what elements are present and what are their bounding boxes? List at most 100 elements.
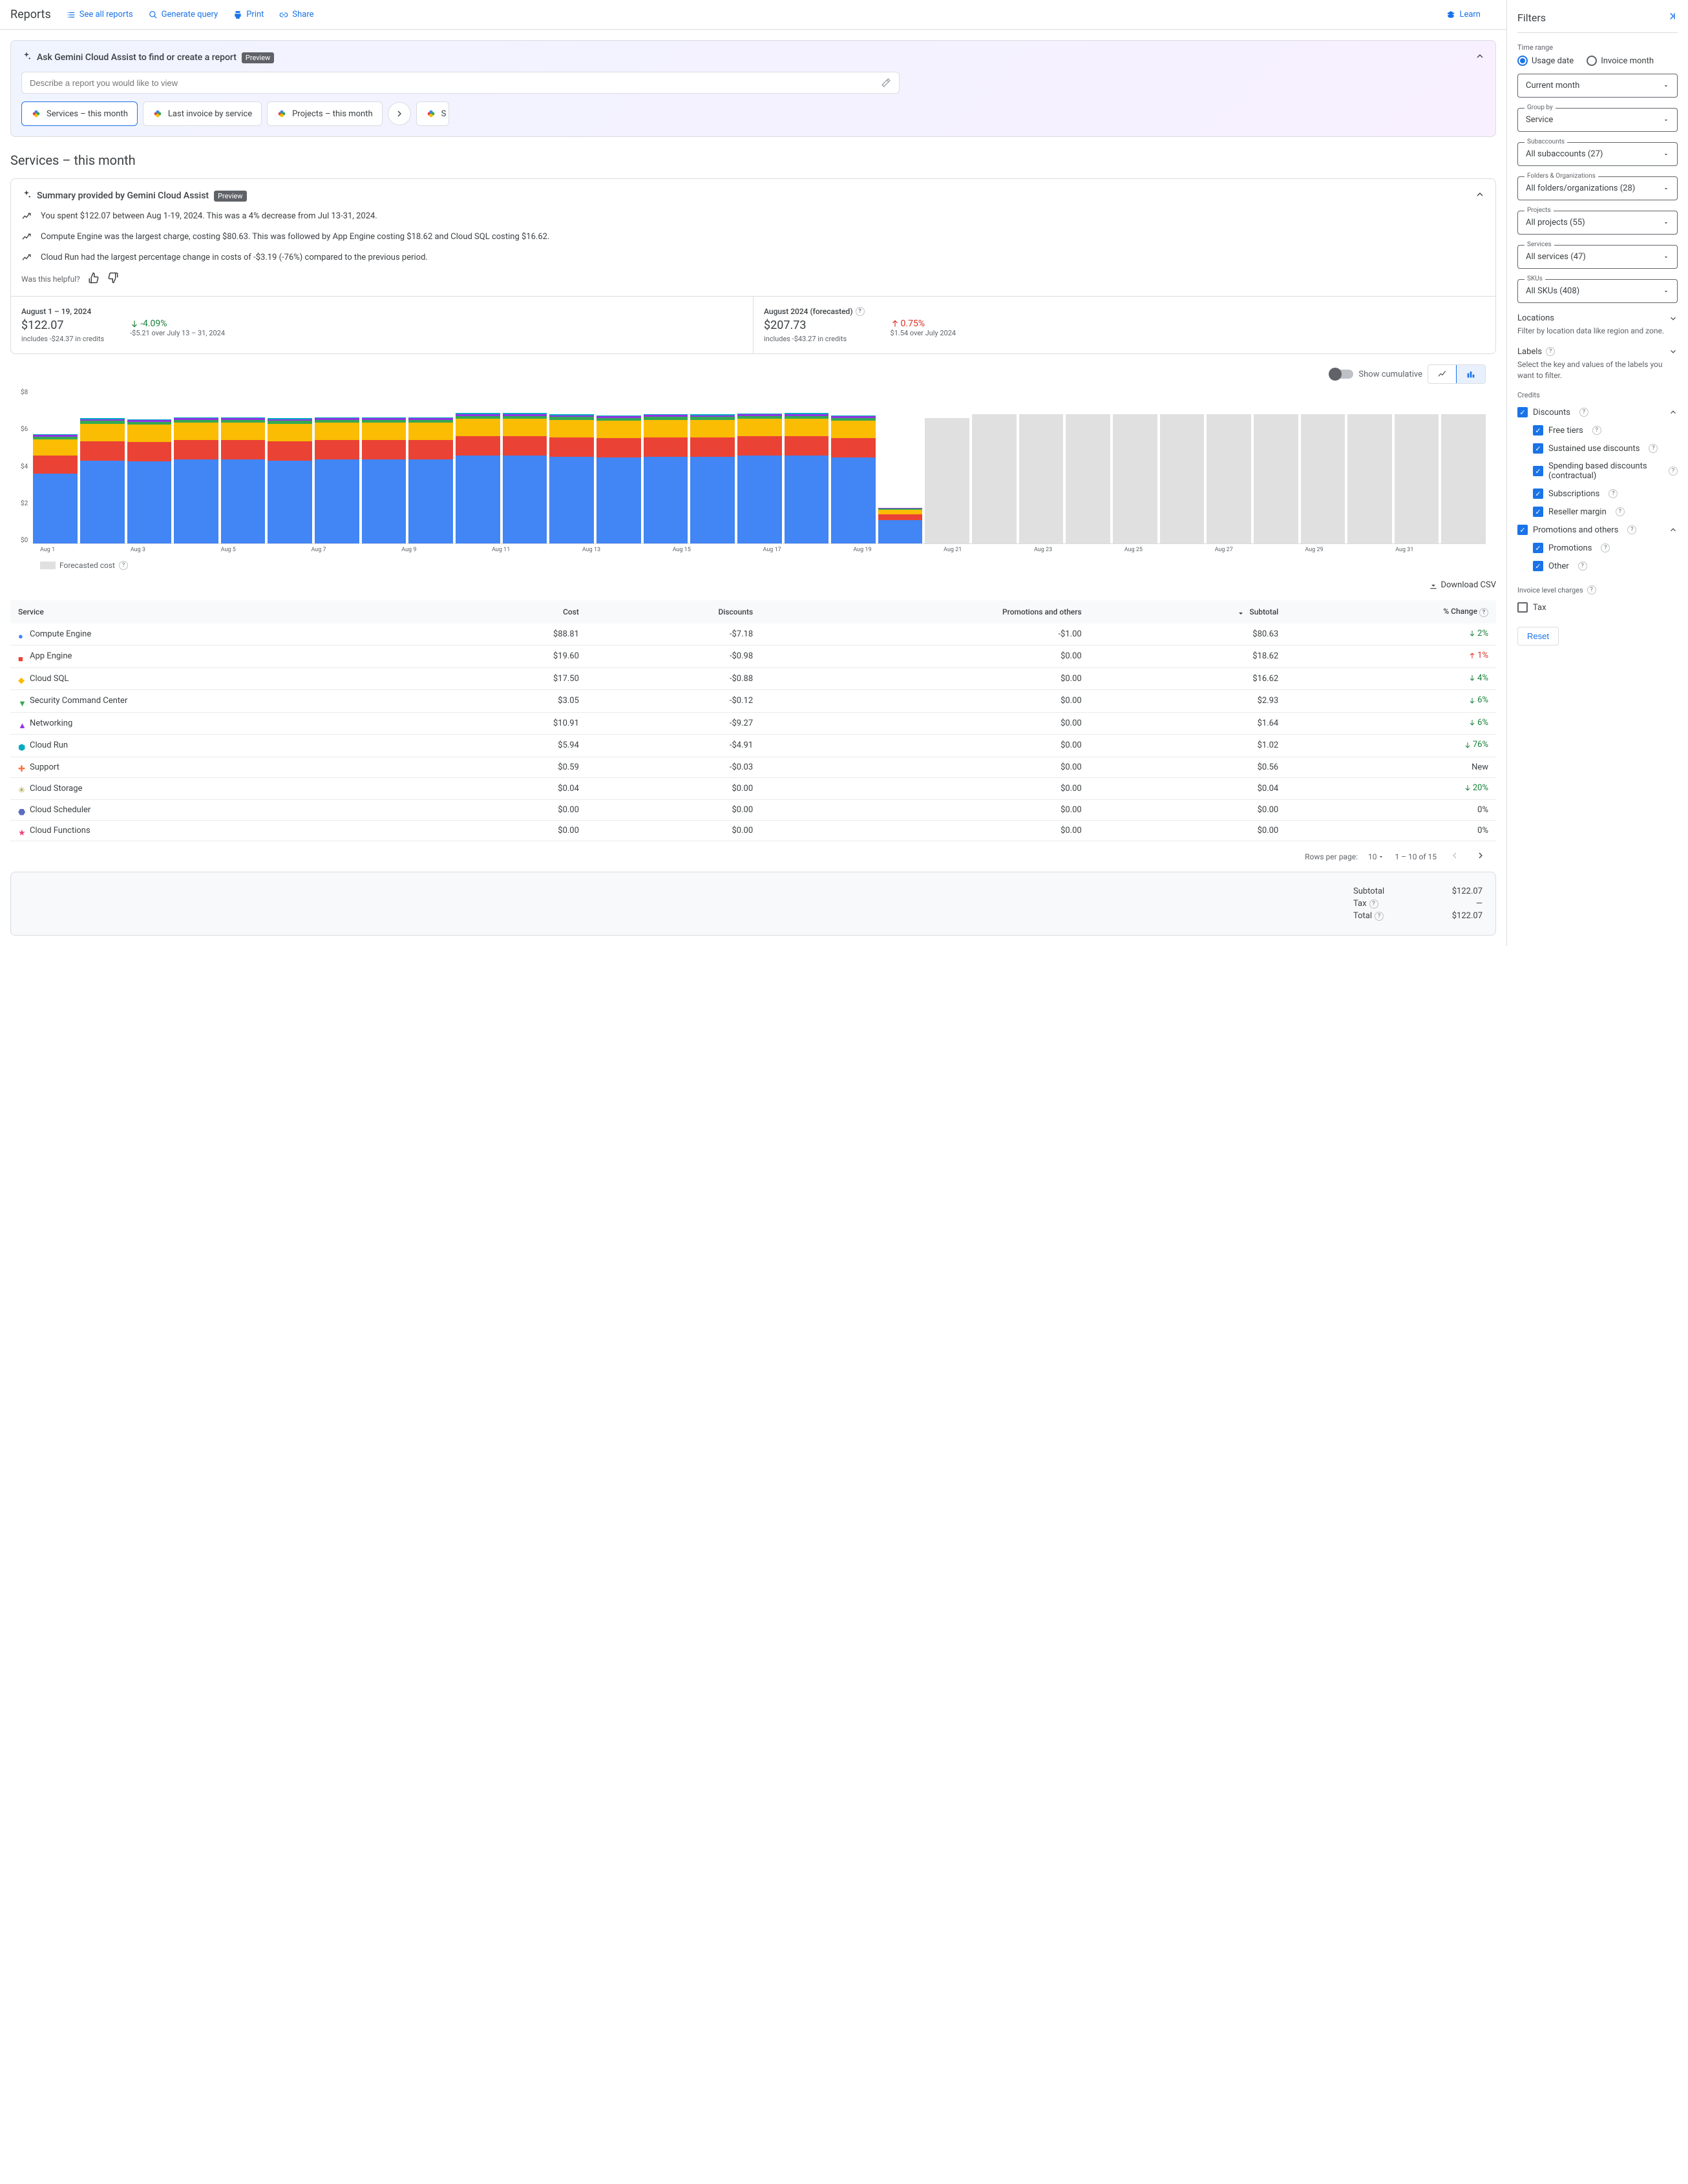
print-link[interactable]: Print [233, 10, 264, 19]
help-icon[interactable]: ? [1375, 912, 1384, 921]
bar-col[interactable] [362, 389, 406, 543]
bar-col[interactable] [221, 389, 266, 543]
table-row[interactable]: ●Compute Engine$88.81-$7.18-$1.00$80.63 … [10, 624, 1496, 646]
share-link[interactable]: Share [279, 10, 313, 19]
collapse-button[interactable] [1475, 189, 1485, 202]
scroll-right-button[interactable] [388, 102, 411, 125]
spending-checkbox[interactable]: Spending based discounts (contractual)? [1533, 457, 1678, 485]
next-page-button[interactable] [1473, 848, 1488, 865]
bar-col[interactable] [1441, 389, 1486, 543]
col-subtotal[interactable]: Subtotal [1090, 600, 1287, 624]
table-row[interactable]: ■App Engine$19.60-$0.98$0.00$18.62 1% [10, 646, 1496, 668]
group-by-select[interactable]: Group byService [1517, 108, 1678, 132]
other-checkbox[interactable]: Other? [1533, 557, 1678, 575]
bar-col[interactable] [1113, 389, 1157, 543]
col-discounts[interactable]: Discounts [587, 600, 761, 624]
prev-page-button[interactable] [1447, 848, 1462, 865]
table-row[interactable]: ⬣Cloud Scheduler$0.00$0.00$0.00$0.00 0% [10, 800, 1496, 821]
bar-col[interactable] [1066, 389, 1110, 543]
bar-col[interactable] [831, 389, 876, 543]
bar-col[interactable] [1347, 389, 1392, 543]
sustained-checkbox[interactable]: Sustained use discounts? [1533, 439, 1678, 457]
bar-col[interactable] [1254, 389, 1298, 543]
help-icon[interactable]: ? [1649, 444, 1658, 453]
bar-col[interactable] [1019, 389, 1064, 543]
bar-col[interactable] [503, 389, 547, 543]
generate-query-link[interactable]: Generate query [149, 10, 218, 19]
thumbs-up-button[interactable] [88, 272, 100, 286]
help-icon[interactable]: ? [1579, 408, 1588, 417]
line-chart-button[interactable] [1428, 365, 1457, 383]
table-row[interactable]: ▲Networking$10.91-$9.27$0.00$1.64 6% [10, 712, 1496, 735]
bar-col[interactable] [925, 389, 969, 543]
bar-col[interactable] [315, 389, 359, 543]
chevron-up-icon[interactable] [1669, 525, 1678, 534]
time-range-select[interactable]: Current month [1517, 74, 1678, 98]
suggestion-peek[interactable]: S [416, 101, 450, 126]
bar-col[interactable] [878, 389, 923, 543]
promotions-checkbox[interactable]: Promotions? [1533, 539, 1678, 557]
help-icon[interactable]: ? [1601, 543, 1610, 552]
bar-col[interactable] [408, 389, 453, 543]
bar-col[interactable] [596, 389, 641, 543]
col-cost[interactable]: Cost [443, 600, 587, 624]
col-service[interactable]: Service [10, 600, 443, 624]
expand-filters-button[interactable] [1666, 10, 1678, 25]
usage-date-radio[interactable]: Usage date [1517, 56, 1574, 66]
bar-col[interactable] [549, 389, 594, 543]
gemini-input-wrap[interactable] [21, 72, 900, 94]
help-icon[interactable]: ? [1369, 899, 1378, 908]
chevron-up-icon[interactable] [1669, 408, 1678, 417]
learn-link[interactable]: Learn [1446, 10, 1481, 19]
invoice-month-radio[interactable]: Invoice month [1587, 56, 1654, 66]
subaccounts-select[interactable]: SubaccountsAll subaccounts (27) [1517, 142, 1678, 166]
folders-select[interactable]: Folders & OrganizationsAll folders/organ… [1517, 176, 1678, 200]
labels-section[interactable]: Labels? [1517, 347, 1678, 357]
bar-col[interactable] [972, 389, 1017, 543]
help-icon[interactable]: ? [1627, 525, 1636, 534]
help-icon[interactable]: ? [1578, 562, 1587, 571]
bar-col[interactable] [80, 389, 125, 543]
suggestion-projects[interactable]: Projects – this month [267, 101, 383, 126]
free-tiers-checkbox[interactable]: Free tiers? [1533, 421, 1678, 439]
help-icon[interactable]: ? [1592, 426, 1601, 435]
gemini-input[interactable] [30, 78, 881, 88]
table-row[interactable]: ✚Support$0.59-$0.03$0.00$0.56 New [10, 757, 1496, 777]
help-icon[interactable]: ? [1616, 507, 1625, 516]
bar-col[interactable] [1160, 389, 1205, 543]
bar-col[interactable] [737, 389, 782, 543]
suggestion-services[interactable]: Services – this month [21, 101, 138, 126]
bar-col[interactable] [785, 389, 829, 543]
bar-col[interactable] [1301, 389, 1345, 543]
collapse-button[interactable] [1475, 51, 1485, 64]
projects-select[interactable]: ProjectsAll projects (55) [1517, 211, 1678, 235]
help-icon[interactable]: ? [1609, 489, 1618, 498]
table-row[interactable]: ◆Cloud SQL$17.50-$0.88$0.00$16.62 4% [10, 667, 1496, 690]
help-icon[interactable]: ? [856, 307, 865, 316]
reset-button[interactable]: Reset [1517, 627, 1559, 646]
reseller-checkbox[interactable]: Reseller margin? [1533, 503, 1678, 521]
discounts-checkbox[interactable]: Discounts? [1517, 403, 1678, 421]
col-change[interactable]: % Change ? [1286, 600, 1496, 624]
help-icon[interactable]: ? [119, 561, 128, 570]
bar-col[interactable] [690, 389, 735, 543]
rows-select[interactable]: 10 [1368, 852, 1385, 861]
see-all-reports-link[interactable]: See all reports [67, 10, 133, 19]
table-row[interactable]: ⬢Cloud Run$5.94-$4.91$0.00$1.02 76% [10, 735, 1496, 757]
table-row[interactable]: ▼Security Command Center$3.05-$0.12$0.00… [10, 690, 1496, 713]
services-select[interactable]: ServicesAll services (47) [1517, 245, 1678, 269]
bar-col[interactable] [456, 389, 500, 543]
bar-col[interactable] [33, 389, 78, 543]
bar-col[interactable] [174, 389, 218, 543]
help-icon[interactable]: ? [1669, 467, 1678, 476]
cumulative-toggle[interactable] [1330, 370, 1353, 379]
bar-col[interactable] [1207, 389, 1251, 543]
skus-select[interactable]: SKUsAll SKUs (408) [1517, 279, 1678, 303]
help-icon[interactable]: ? [1479, 608, 1488, 617]
help-icon[interactable]: ? [1587, 585, 1596, 594]
tax-checkbox[interactable]: Tax [1517, 598, 1678, 616]
bar-col[interactable] [268, 389, 312, 543]
bar-col[interactable] [127, 389, 172, 543]
help-icon[interactable]: ? [1546, 347, 1555, 356]
locations-section[interactable]: Locations [1517, 313, 1678, 323]
